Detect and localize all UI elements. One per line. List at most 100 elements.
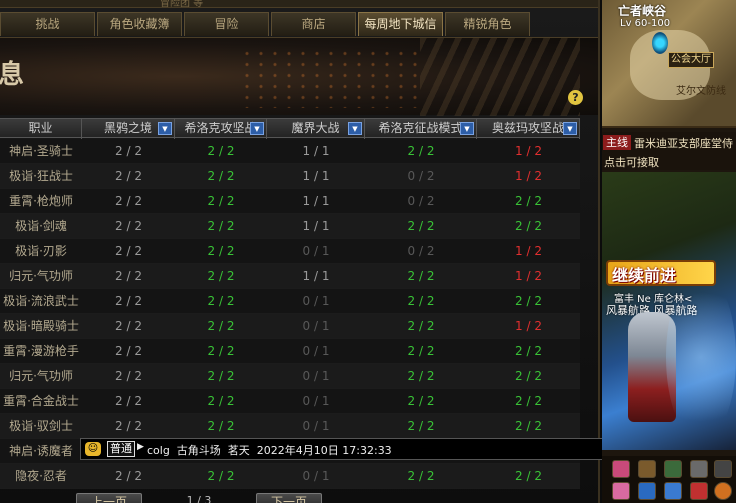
table-header: 职业 黑鸦之境 ▼ 希洛克攻坚战 ▼ 魔界大战 ▼ 希洛克征战模式 ▼ 奥兹玛攻坚战 ▼ <box>0 118 580 139</box>
job-cell: 极诣·流浪武士 <box>3 294 79 308</box>
table-row: 极诣·剑魂 2 / 2 2 / 2 1 / 1 2 / 2 2 / 2 <box>0 214 580 239</box>
channel-arrow-icon[interactable]: ▶ <box>137 442 144 452</box>
character-icon[interactable] <box>690 482 708 500</box>
clear-count-cell: 2 / 2 <box>407 269 435 283</box>
job-cell: 重霄·漫游枪手 <box>3 344 79 358</box>
job-cell: 归元·气功师 <box>9 269 73 283</box>
zone-level: Lv 60-100 <box>620 18 671 29</box>
quest-title[interactable]: 雷米迪亚支部座堂侍 <box>634 135 733 151</box>
clear-count-cell: 2 / 2 <box>407 369 435 383</box>
clear-count-cell: 1 / 1 <box>302 219 330 233</box>
clear-count-cell: 2 / 2 <box>207 344 235 358</box>
clear-count-cell: 2 / 2 <box>115 169 142 183</box>
clear-count-cell: 2 / 2 <box>115 219 142 233</box>
pager: 上一页 1 / 3 下一页 <box>76 493 322 503</box>
clear-count-cell: 1 / 1 <box>302 169 330 183</box>
clear-count-cell: 2 / 2 <box>515 469 542 483</box>
table-row: 隐夜·忍者 2 / 2 2 / 2 0 / 1 2 / 2 2 / 2 <box>0 464 580 489</box>
help-icon[interactable]: ? <box>568 90 583 105</box>
clear-count-cell: 1 / 1 <box>302 269 330 283</box>
clear-count-cell: 2 / 2 <box>407 469 435 483</box>
column-filter-dropdown-icon[interactable]: ▼ <box>563 122 577 135</box>
column-filter-dropdown-icon[interactable]: ▼ <box>460 122 474 135</box>
table-row: 归元·气功师 2 / 2 2 / 2 0 / 1 2 / 2 2 / 2 <box>0 364 580 389</box>
chest-icon[interactable] <box>638 460 656 478</box>
guild-hall-button[interactable]: 公会大厅 <box>668 52 714 68</box>
clear-count-cell: 2 / 2 <box>115 194 142 208</box>
tp-icon[interactable] <box>638 482 656 500</box>
clear-count-cell: 0 / 1 <box>302 419 330 433</box>
quest-tag: 主线 <box>603 135 631 150</box>
flower-icon[interactable] <box>612 460 630 478</box>
column-filter-dropdown-icon[interactable]: ▼ <box>250 122 264 135</box>
clear-count-cell: 0 / 1 <box>302 344 330 358</box>
table-row: 神启·圣骑士 2 / 2 2 / 2 1 / 1 2 / 2 1 / 2 <box>0 139 580 164</box>
zone-name: 亡者峡谷 <box>618 4 667 18</box>
clear-count-cell: 2 / 2 <box>207 469 235 483</box>
hourglass-icon[interactable] <box>664 460 682 478</box>
clear-count-cell: 2 / 2 <box>115 344 142 358</box>
clear-count-cell: 0 / 1 <box>302 294 330 308</box>
shop-icon[interactable] <box>664 482 682 500</box>
chat-input-bar[interactable]: ☺ 普通 ▶ colg 古角斗场 茗天 2022年4月10日 17:32:33 <box>80 438 620 460</box>
column-header-2: 希洛克攻坚战 ▼ <box>175 119 267 139</box>
clear-count-cell: 2 / 2 <box>207 319 235 333</box>
tab-character-album[interactable]: 角色收藏簿 <box>97 12 182 36</box>
grid-icon[interactable] <box>690 460 708 478</box>
job-cell: 极诣·暗殿骑士 <box>3 319 79 333</box>
tab-elite-characters[interactable]: 精锐角色 <box>445 12 530 36</box>
clear-count-cell: 2 / 2 <box>407 344 435 358</box>
clear-count-cell: 0 / 2 <box>407 244 435 258</box>
job-cell: 极诣·刃影 <box>15 244 67 258</box>
clear-count-cell: 2 / 2 <box>115 319 142 333</box>
clear-count-cell: 1 / 1 <box>302 194 330 208</box>
banner-title: 息 <box>0 60 25 90</box>
clear-count-cell: 2 / 2 <box>515 419 542 433</box>
chat-channel-selector[interactable]: 普通 <box>107 441 135 457</box>
clear-count-cell: 2 / 2 <box>515 394 542 408</box>
clear-count-cell: 2 / 2 <box>207 244 235 258</box>
tab-adventure[interactable]: 冒险 <box>184 12 269 36</box>
column-filter-dropdown-icon[interactable]: ▼ <box>158 122 172 135</box>
prev-page-button[interactable]: 上一页 <box>76 493 142 503</box>
chat-emote-icon[interactable]: ☺ <box>85 442 101 456</box>
promo-banner[interactable]: 继续前进 富丰 Ne 库仑林< 风暴航路 风暴航路 <box>602 172 736 450</box>
tab-shop[interactable]: 商店 <box>271 12 356 36</box>
clear-count-cell: 0 / 1 <box>302 319 330 333</box>
clear-count-cell: 1 / 1 <box>302 144 330 158</box>
quest-tracker[interactable]: 主线 雷米迪亚支部座堂侍 点击可接取 <box>602 132 736 170</box>
tab-challenge[interactable]: 挑战 <box>0 12 95 36</box>
compass-icon[interactable] <box>714 482 732 500</box>
place-label: 艾尔文防线 <box>676 86 726 97</box>
clear-count-cell: 2 / 2 <box>115 394 142 408</box>
quest-subtitle: 点击可接取 <box>604 156 659 169</box>
clear-count-cell: 2 / 2 <box>115 294 142 308</box>
table-row: 极诣·狂战士 2 / 2 2 / 2 1 / 1 0 / 2 1 / 2 <box>0 164 580 189</box>
job-cell: 神启·诱魔者 <box>9 444 73 458</box>
column-header-3: 魔界大战 ▼ <box>267 119 365 139</box>
next-page-button[interactable]: 下一页 <box>256 493 322 503</box>
clear-count-cell: 2 / 2 <box>115 269 142 283</box>
column-filter-dropdown-icon[interactable]: ▼ <box>348 122 362 135</box>
clear-count-cell: 2 / 2 <box>207 219 235 233</box>
chat-input-text[interactable]: colg 古角斗场 茗天 2022年4月10日 17:32:33 <box>147 442 392 458</box>
clear-count-cell: 2 / 2 <box>515 369 542 383</box>
table-row: 极诣·驭剑士 2 / 2 2 / 2 0 / 1 2 / 2 2 / 2 <box>0 414 580 439</box>
job-cell: 极诣·驭剑士 <box>9 419 73 433</box>
column-header-4: 希洛克征战模式 ▼ <box>365 119 477 139</box>
column-header-5: 奥兹玛攻坚战 ▼ <box>477 119 580 139</box>
clear-count-cell: 2 / 2 <box>407 394 435 408</box>
minimap[interactable]: 亡者峡谷 Lv 60-100 公会大厅 艾尔文防线 <box>602 0 736 128</box>
clear-count-cell: 2 / 2 <box>115 419 142 433</box>
column-header-job: 职业 <box>0 119 82 139</box>
knight-character-image <box>628 312 676 422</box>
clear-count-cell: 2 / 2 <box>207 419 235 433</box>
clear-count-cell: 2 / 2 <box>407 319 435 333</box>
avatar-icon[interactable] <box>612 482 630 500</box>
tab-weekly-dungeon-info[interactable]: 每周地下城信息 <box>358 12 443 53</box>
spark-decoration <box>240 48 420 108</box>
banner: 息 ? <box>0 37 598 116</box>
clear-count-cell: 2 / 2 <box>115 244 142 258</box>
scroll-icon[interactable] <box>714 460 732 478</box>
job-cell: 隐夜·忍者 <box>15 469 67 483</box>
